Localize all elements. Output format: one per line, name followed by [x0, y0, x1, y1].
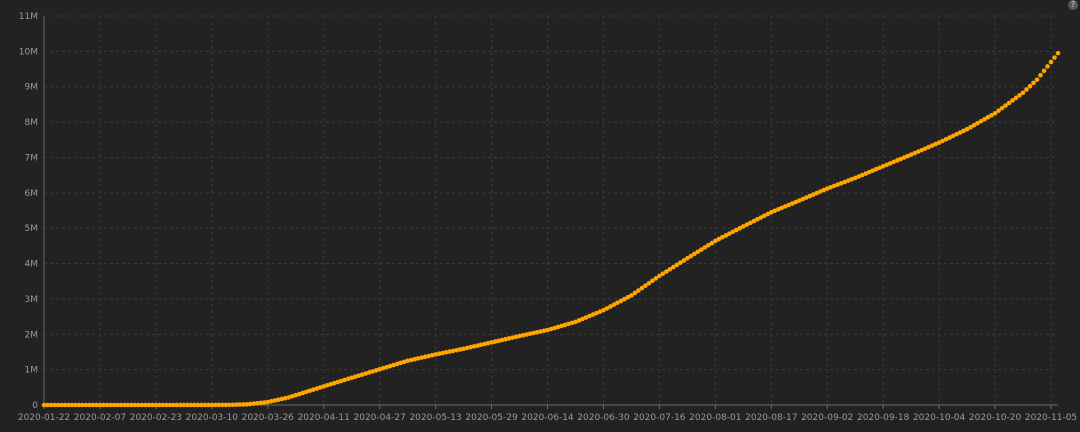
axis-layer: 0 1M 2M 3M 4M 5M 6M 7M 8M 9M 10M 11M 2020-01-22 2020-…	[18, 12, 1077, 423]
data-point	[1045, 64, 1050, 69]
grid-layer	[43, 15, 1058, 405]
y-tick-label: 2M	[25, 330, 39, 340]
data-points-layer	[41, 50, 1061, 408]
x-tick-label: 2020-03-10	[186, 413, 239, 423]
x-tick-label: 2020-08-17	[745, 413, 797, 423]
x-tick-label: 2020-04-27	[354, 413, 406, 423]
x-tick-label: 2020-11-05	[1025, 413, 1077, 423]
y-tick-label: 7M	[25, 153, 39, 163]
y-tick-label: 10M	[19, 47, 38, 57]
y-tick-label: 5M	[25, 224, 39, 234]
data-point	[1027, 83, 1033, 89]
y-tick-label: 0	[32, 401, 38, 411]
x-tick-label: 2020-08-01	[689, 413, 741, 423]
y-tick-label: 11M	[19, 12, 38, 22]
x-tick-label: 2020-02-23	[130, 413, 182, 423]
data-point	[1034, 77, 1040, 82]
cumulative-scatter-chart: 0 1M 2M 3M 4M 5M 6M 7M 8M 9M 10M 11M 2020-01-22 2020-…	[18, 12, 1077, 423]
x-tick-label: 2020-10-20	[969, 413, 1022, 423]
x-tick-label: 2020-04-11	[298, 413, 350, 423]
data-point	[1020, 90, 1026, 96]
x-tick-label: 2020-09-02	[801, 413, 853, 423]
help-icon[interactable]: ?	[1068, 0, 1078, 10]
y-tick-label: 6M	[25, 189, 39, 199]
data-point	[1031, 80, 1036, 86]
data-point	[1055, 50, 1061, 56]
x-tick-label: 2020-05-29	[465, 413, 518, 423]
data-point	[1048, 59, 1054, 65]
x-tick-label: 2020-02-07	[74, 413, 126, 423]
x-tick-label: 2020-10-04	[913, 413, 966, 423]
y-tick-label: 3M	[25, 295, 39, 305]
x-tick-label: 2020-09-18	[857, 413, 910, 423]
y-tick-label: 8M	[25, 118, 39, 128]
y-tick-label: 1M	[25, 366, 39, 376]
x-tick-label: 2020-01-22	[18, 413, 70, 423]
data-point	[1052, 55, 1057, 60]
y-tick-label: 9M	[25, 83, 39, 93]
x-tick-label: 2020-03-26	[242, 413, 295, 423]
data-point	[1038, 72, 1043, 78]
x-tick-label: 2020-06-30	[577, 413, 630, 423]
data-point	[1024, 87, 1029, 92]
x-tick-label: 2020-07-16	[633, 413, 686, 423]
data-point	[1041, 68, 1047, 74]
chart-root: 0 1M 2M 3M 4M 5M 6M 7M 8M 9M 10M 11M 2020-01-22 2020-…	[0, 0, 1080, 432]
x-tick-label: 2020-06-14	[521, 413, 574, 423]
x-tick-label: 2020-05-13	[409, 413, 461, 423]
y-tick-label: 4M	[25, 260, 39, 270]
